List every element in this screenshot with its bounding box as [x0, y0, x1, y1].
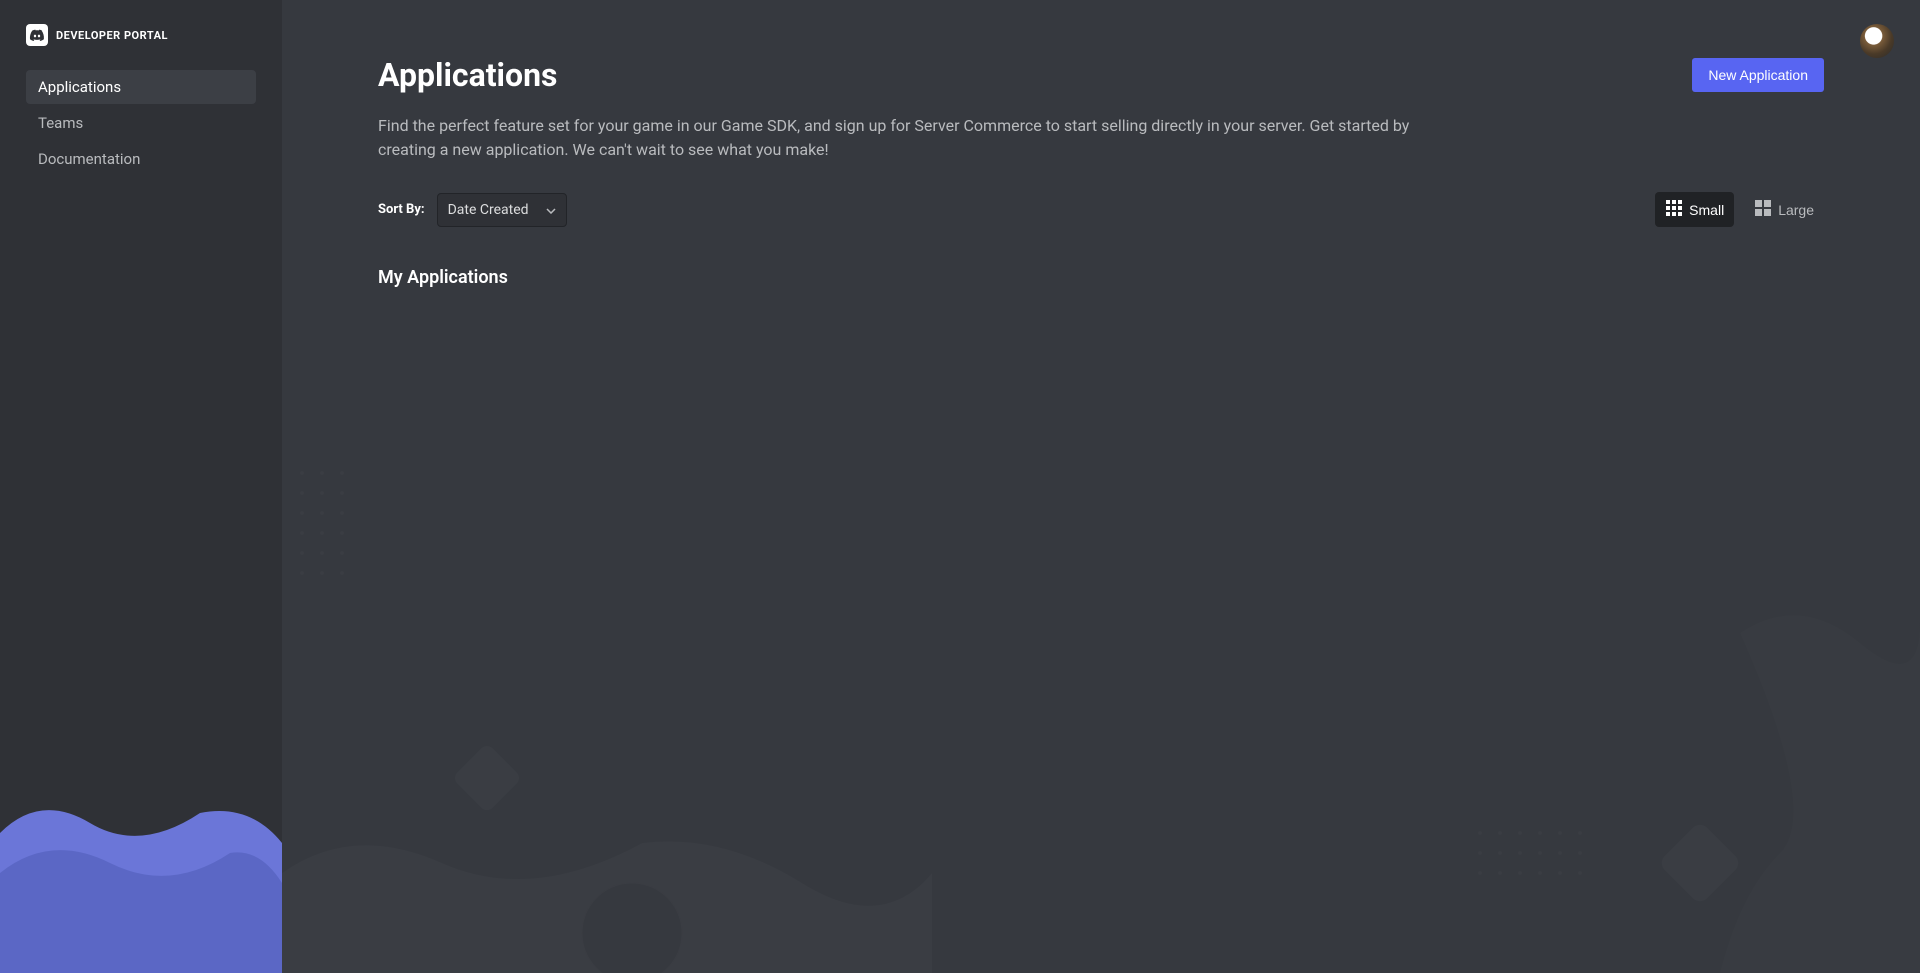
background-decoration-left	[282, 453, 932, 973]
view-small-label: Small	[1689, 202, 1724, 218]
portal-title: DEVELOPER PORTAL	[56, 29, 168, 42]
sidebar-wave-decoration	[0, 713, 282, 973]
nav-label: Applications	[38, 78, 121, 96]
discord-logo-icon	[26, 24, 48, 46]
view-large-label: Large	[1778, 202, 1814, 218]
section-title: My Applications	[378, 267, 1824, 288]
title-row: Applications New Application	[378, 56, 1824, 94]
nav-label: Teams	[38, 114, 83, 132]
sort-group: Sort By: Date Created	[378, 193, 567, 227]
grid-large-icon	[1754, 199, 1772, 220]
sidebar-item-applications[interactable]: Applications	[26, 70, 256, 104]
sort-label: Sort By:	[378, 202, 425, 217]
grid-small-icon	[1665, 199, 1683, 220]
page-description: Find the perfect feature set for your ga…	[378, 114, 1438, 162]
view-large-button[interactable]: Large	[1744, 192, 1824, 227]
sidebar-nav: Applications Teams Documentation	[0, 64, 282, 182]
sidebar-item-documentation[interactable]: Documentation	[26, 142, 256, 176]
sort-value: Date Created	[448, 202, 529, 218]
chevron-down-icon	[546, 202, 556, 218]
sidebar-header: DEVELOPER PORTAL	[0, 0, 282, 64]
view-small-button[interactable]: Small	[1655, 192, 1734, 227]
view-toggle: Small Large	[1655, 192, 1824, 227]
new-application-button[interactable]: New Application	[1692, 58, 1824, 92]
controls-row: Sort By: Date Created Small	[378, 192, 1824, 227]
user-avatar[interactable]	[1860, 24, 1894, 58]
nav-label: Documentation	[38, 150, 140, 168]
sort-select[interactable]: Date Created	[437, 193, 567, 227]
page-title: Applications	[378, 56, 557, 94]
sidebar-item-teams[interactable]: Teams	[26, 106, 256, 140]
sidebar: DEVELOPER PORTAL Applications Teams Docu…	[0, 0, 282, 973]
main-content: Applications New Application Find the pe…	[282, 0, 1920, 973]
background-decoration-right	[1440, 533, 1920, 973]
